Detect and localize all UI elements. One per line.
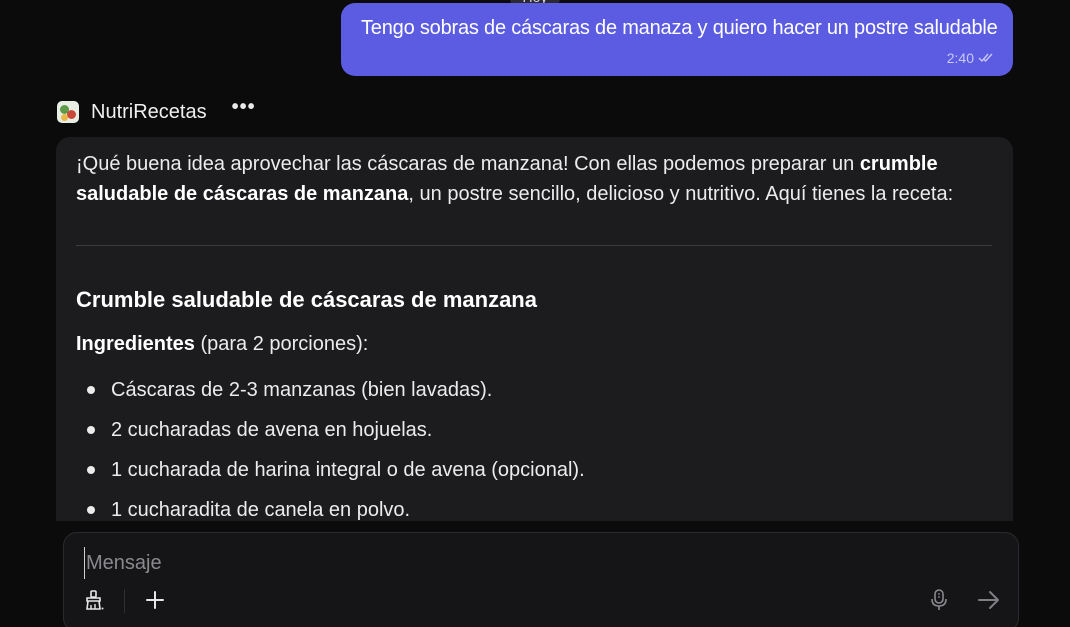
intro-text-2: , un postre sencillo, delicioso y nutrit…: [408, 183, 954, 205]
ingredients-suffix: (para 2 porciones):: [194, 333, 369, 355]
intro-text-1: ¡Qué buena idea aprovechar las cáscaras …: [76, 153, 860, 175]
list-item: 2 cucharadas de avena en hojuelas.: [76, 417, 585, 457]
double-check-icon: [978, 51, 993, 66]
message-time: 2:40: [946, 50, 974, 66]
recipe-title: Crumble saludable de cáscaras de manzana: [76, 287, 537, 312]
send-arrow-icon[interactable]: [974, 585, 1004, 615]
bot-avatar[interactable]: [57, 101, 79, 123]
brush-icon[interactable]: [79, 585, 109, 615]
user-message-text: Tengo sobras de cáscaras de manaza y qui…: [361, 17, 998, 39]
list-item: 1 cucharadita de canela en polvo.: [76, 497, 585, 521]
divider: [76, 245, 992, 246]
message-composer: [63, 532, 1019, 627]
ingredients-heading: Ingredientes (para 2 porciones):: [76, 333, 368, 356]
user-message-bubble[interactable]: Tengo sobras de cáscaras de manaza y qui…: [341, 3, 1013, 76]
more-options-icon[interactable]: •••: [232, 97, 256, 122]
chat-screen: Hoy Tengo sobras de cáscaras de manaza y…: [0, 0, 1070, 627]
list-item: 1 cucharada de harina integral o de aven…: [76, 457, 585, 497]
plus-icon[interactable]: [140, 585, 170, 615]
microphone-icon[interactable]: [924, 585, 954, 615]
message-meta: 2:40: [947, 50, 993, 66]
bot-name[interactable]: NutriRecetas: [91, 101, 207, 124]
bot-message-card: ¡Qué buena idea aprovechar las cáscaras …: [56, 137, 1013, 521]
list-item: Cáscaras de 2-3 manzanas (bien lavadas).: [76, 377, 585, 417]
toolbar-separator: [124, 589, 125, 613]
ingredients-label: Ingredientes: [76, 333, 195, 355]
bot-header: NutriRecetas •••: [57, 97, 256, 125]
message-input[interactable]: [84, 547, 924, 579]
bot-intro: ¡Qué buena idea aprovechar las cáscaras …: [76, 149, 976, 209]
ingredients-list: Cáscaras de 2-3 manzanas (bien lavadas).…: [76, 377, 585, 521]
